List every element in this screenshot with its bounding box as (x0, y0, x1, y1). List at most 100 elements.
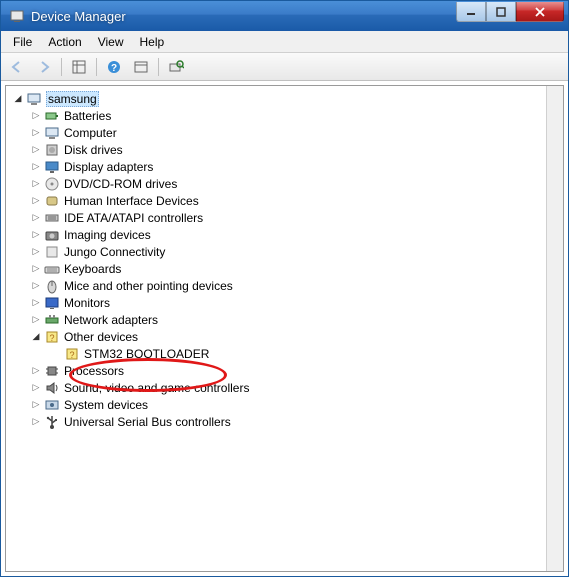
cpu-icon (44, 363, 60, 379)
other-icon: ? (44, 329, 60, 345)
expander-icon[interactable]: ▷ (30, 416, 42, 428)
tree-category[interactable]: ▷ Mice and other pointing devices (8, 277, 544, 294)
tree-category[interactable]: ▷ Disk drives (8, 141, 544, 158)
tree-category-label: Sound, video and game controllers (64, 381, 249, 395)
vertical-scrollbar[interactable] (546, 86, 563, 571)
expander-icon[interactable]: ▷ (30, 399, 42, 411)
expander-icon[interactable]: ▷ (30, 195, 42, 207)
tree-category-label: Mice and other pointing devices (64, 279, 233, 293)
sound-icon (44, 380, 60, 396)
expander-icon[interactable]: ▷ (30, 144, 42, 156)
expander-icon[interactable]: ▷ (30, 246, 42, 258)
expander-icon[interactable]: ▷ (30, 212, 42, 224)
tree-category-label: Human Interface Devices (64, 194, 199, 208)
expander-icon[interactable]: ▷ (30, 365, 42, 377)
tree-category[interactable]: ▷ Jungo Connectivity (8, 243, 544, 260)
tree-category[interactable]: ▷System devices (8, 396, 544, 413)
tree-device[interactable]: ? STM32 BOOTLOADER (8, 345, 544, 362)
display-icon (44, 159, 60, 175)
tree-category-label: Network adapters (64, 313, 158, 327)
tree-category-label: Batteries (64, 109, 111, 123)
expander-icon[interactable]: ▷ (30, 127, 42, 139)
maximize-button[interactable] (486, 2, 516, 22)
window-controls (456, 2, 564, 22)
device-tree[interactable]: ◢samsung▷Batteries▷Computer▷Disk drives▷… (6, 86, 546, 571)
tree-root[interactable]: ◢ samsung (8, 90, 544, 107)
expander-icon[interactable]: ◢ (12, 93, 24, 105)
tree-category[interactable]: ◢?Other devices (8, 328, 544, 345)
content-area: ◢samsung▷Batteries▷Computer▷Disk drives▷… (5, 85, 564, 572)
expander-icon[interactable]: ▷ (30, 161, 42, 173)
tree-category[interactable]: ▷ Universal Serial Bus controllers (8, 413, 544, 430)
generic-icon (44, 244, 60, 260)
expander-icon[interactable]: ▷ (30, 263, 42, 275)
menu-view[interactable]: View (90, 33, 132, 51)
minimize-button[interactable] (456, 2, 486, 22)
forward-button[interactable] (32, 56, 56, 78)
close-button[interactable] (516, 2, 564, 22)
tree-category[interactable]: ▷ Sound, video and game controllers (8, 379, 544, 396)
expander-icon[interactable]: ▷ (30, 297, 42, 309)
network-icon (44, 312, 60, 328)
tree-device-label: STM32 BOOTLOADER (84, 347, 209, 361)
tree-category[interactable]: ▷ Human Interface Devices (8, 192, 544, 209)
disk-icon (44, 142, 60, 158)
svg-text:?: ? (69, 350, 74, 360)
tree-category-label: IDE ATA/ATAPI controllers (64, 211, 203, 225)
ide-icon (44, 210, 60, 226)
show-hidden-button[interactable] (129, 56, 153, 78)
help-button[interactable]: ? (102, 56, 126, 78)
tree-category-label: Keyboards (64, 262, 121, 276)
tree-category[interactable]: ▷ Imaging devices (8, 226, 544, 243)
expander-icon[interactable]: ▷ (30, 382, 42, 394)
toolbar-separator (96, 58, 97, 76)
menu-help[interactable]: Help (132, 33, 173, 51)
menu-file[interactable]: File (5, 33, 40, 51)
tree-category[interactable]: ▷ Monitors (8, 294, 544, 311)
menubar: File Action View Help (1, 31, 568, 53)
usb-icon (44, 414, 60, 430)
tree-category-label: Display adapters (64, 160, 153, 174)
hid-icon (44, 193, 60, 209)
titlebar[interactable]: Device Manager (1, 1, 568, 31)
expander-icon[interactable]: ▷ (30, 229, 42, 241)
expander-icon[interactable]: ▷ (30, 178, 42, 190)
monitor-icon (44, 295, 60, 311)
expander-icon[interactable]: ▷ (30, 110, 42, 122)
system-icon (44, 397, 60, 413)
tree-category-label: Computer (64, 126, 117, 140)
app-icon (9, 8, 25, 24)
tree-category[interactable]: ▷ DVD/CD-ROM drives (8, 175, 544, 192)
tree-category[interactable]: ▷ IDE ATA/ATAPI controllers (8, 209, 544, 226)
scan-hardware-button[interactable] (164, 56, 188, 78)
tree-root-label: samsung (46, 91, 99, 107)
expander-icon[interactable]: ▷ (30, 314, 42, 326)
tree-category[interactable]: ▷ Computer (8, 124, 544, 141)
computer-icon (44, 125, 60, 141)
mouse-icon (44, 278, 60, 294)
menu-action[interactable]: Action (40, 33, 89, 51)
expander-icon[interactable]: ▷ (30, 280, 42, 292)
svg-text:?: ? (111, 63, 117, 74)
detail-view-button[interactable] (67, 56, 91, 78)
computer-icon (26, 91, 42, 107)
back-button[interactable] (5, 56, 29, 78)
tree-category-label: Disk drives (64, 143, 123, 157)
tree-category-label: Imaging devices (64, 228, 151, 242)
window-title: Device Manager (31, 9, 456, 24)
tree-category[interactable]: ▷ Display adapters (8, 158, 544, 175)
toolbar-separator (158, 58, 159, 76)
tree-category-label: Jungo Connectivity (64, 245, 165, 259)
device-manager-window: Device Manager File Action View Help ? ◢… (0, 0, 569, 577)
tree-category[interactable]: ▷Processors (8, 362, 544, 379)
tree-category-label: Monitors (64, 296, 110, 310)
expander-icon[interactable]: ◢ (30, 331, 42, 343)
tree-category[interactable]: ▷ Network adapters (8, 311, 544, 328)
toolbar: ? (1, 53, 568, 81)
tree-category[interactable]: ▷ Batteries (8, 107, 544, 124)
cdrom-icon (44, 176, 60, 192)
tree-category[interactable]: ▷ Keyboards (8, 260, 544, 277)
tree-category-label: DVD/CD-ROM drives (64, 177, 177, 191)
keyboard-icon (44, 261, 60, 277)
tree-category-label: Universal Serial Bus controllers (64, 415, 231, 429)
